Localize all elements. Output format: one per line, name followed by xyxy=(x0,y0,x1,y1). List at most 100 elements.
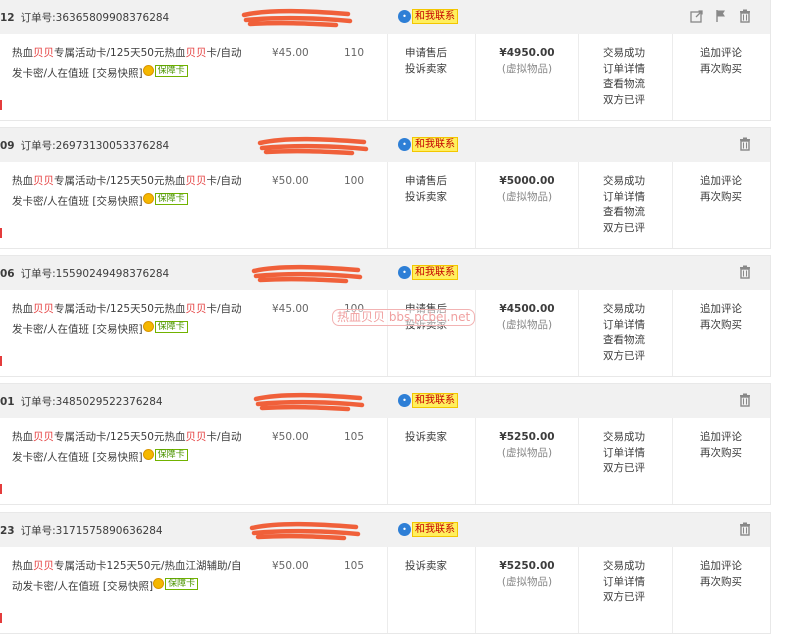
order-operations xyxy=(738,393,752,407)
service-links: 投诉卖家 xyxy=(405,559,447,575)
action-link[interactable]: 追加评论 xyxy=(700,430,742,446)
action-link[interactable]: 追加评论 xyxy=(700,302,742,318)
flag-icon[interactable] xyxy=(714,9,728,23)
service-link[interactable]: 投诉卖家 xyxy=(405,62,447,78)
unit-price: ¥45.00 xyxy=(272,303,309,315)
status-link[interactable]: 双方已评 xyxy=(603,349,645,365)
status-link[interactable]: 双方已评 xyxy=(603,461,645,477)
delete-order-icon[interactable] xyxy=(738,522,752,536)
product-title[interactable]: 热血贝贝专属活动卡/125天50元热血贝贝卡/自动发卡密/人在值班 [交易快照]… xyxy=(12,174,244,210)
product-title[interactable]: 热血贝贝专属活动卡/125天50元热血贝贝卡/自动发卡密/人在值班 [交易快照]… xyxy=(12,46,244,82)
divider xyxy=(578,34,579,120)
contact-seller-button[interactable]: • 和我联系 xyxy=(398,521,458,537)
title-text: 专属活动卡/125天50元热血 xyxy=(54,303,186,315)
divider xyxy=(578,547,579,633)
divider xyxy=(475,34,476,120)
divider xyxy=(672,418,673,504)
title-highlight: 贝贝 xyxy=(185,303,207,315)
action-link[interactable]: 再次购买 xyxy=(700,575,742,591)
total-amount: ¥4950.00 xyxy=(499,47,555,59)
order-status: 交易成功 订单详情 双方已评 xyxy=(603,430,645,477)
order-date: 01 xyxy=(0,396,15,408)
redacted-seller-scribble xyxy=(251,264,363,284)
order-number: 3171575890636284 xyxy=(55,525,163,537)
status-link: 交易成功 xyxy=(603,303,645,315)
delete-order-icon[interactable] xyxy=(738,137,752,151)
order-actions: 追加评论 再次购买 xyxy=(700,430,742,461)
guarantee-label: 保障卡 xyxy=(154,192,188,205)
action-link[interactable]: 再次购买 xyxy=(700,318,742,334)
action-link[interactable]: 追加评论 xyxy=(700,46,742,62)
divider xyxy=(387,418,388,504)
service-link[interactable]: 投诉卖家 xyxy=(405,190,447,206)
divider xyxy=(578,162,579,248)
total-amount: ¥5000.00 xyxy=(499,175,555,187)
order-header: 12 订单号:36365809908376284 • 和我联系 xyxy=(0,0,770,34)
status-link[interactable]: 查看物流 xyxy=(603,205,645,221)
service-links: 申请售后投诉卖家 xyxy=(405,46,447,77)
order-number-label: 订单号: xyxy=(20,525,56,537)
status-link[interactable]: 双方已评 xyxy=(603,93,645,109)
product-title[interactable]: 热血贝贝专属活动卡125天50元/热血江湖辅助/自动发卡密/人在值班 [交易快照… xyxy=(12,559,244,595)
order-status: 交易成功 订单详情 双方已评 xyxy=(603,559,645,606)
title-highlight: 贝贝 xyxy=(33,175,54,187)
status-link[interactable]: 双方已评 xyxy=(603,590,645,606)
action-link[interactable]: 再次购买 xyxy=(700,62,742,78)
order-number-label: 订单号: xyxy=(20,12,56,24)
edge-marker xyxy=(0,228,2,238)
chat-icon: • xyxy=(398,393,411,407)
divider xyxy=(672,547,673,633)
divider xyxy=(387,162,388,248)
delete-order-icon[interactable] xyxy=(738,393,752,407)
divider xyxy=(387,547,388,633)
action-link[interactable]: 再次购买 xyxy=(700,446,742,462)
guarantee-badge: 保障卡 xyxy=(142,64,188,77)
title-highlight: 贝贝 xyxy=(185,47,207,59)
order-number: 3485029522376284 xyxy=(55,396,163,408)
order-meta: 06 订单号:15590249498376284 xyxy=(0,266,169,281)
redacted-seller-scribble xyxy=(257,136,369,156)
order-number: 15590249498376284 xyxy=(55,268,170,280)
service-link[interactable]: 投诉卖家 xyxy=(405,430,447,446)
title-highlight: 贝贝 xyxy=(33,303,54,315)
status-link[interactable]: 订单详情 xyxy=(603,446,645,462)
action-link[interactable]: 追加评论 xyxy=(700,559,742,575)
coin-icon xyxy=(153,578,165,589)
contact-seller-button[interactable]: • 和我联系 xyxy=(398,136,458,152)
delete-order-icon[interactable] xyxy=(738,265,752,279)
product-title[interactable]: 热血贝贝专属活动卡/125天50元热血贝贝卡/自动发卡密/人在值班 [交易快照]… xyxy=(12,430,244,466)
order-number: 26973130053376284 xyxy=(55,140,170,152)
divider xyxy=(387,34,388,120)
status-link[interactable]: 查看物流 xyxy=(603,77,645,93)
title-highlight: 贝贝 xyxy=(185,175,207,187)
order-actions: 追加评论 再次购买 xyxy=(700,174,742,205)
contact-seller-label: 和我联系 xyxy=(412,8,458,24)
action-link[interactable]: 追加评论 xyxy=(700,174,742,190)
status-link[interactable]: 订单详情 xyxy=(603,62,645,78)
contact-seller-button[interactable]: • 和我联系 xyxy=(398,8,458,24)
order-header: 23 订单号:3171575890636284 • 和我联系 xyxy=(0,513,770,547)
order-body: 热血贝贝专属活动卡/125天50元热血贝贝卡/自动发卡密/人在值班 [交易快照]… xyxy=(0,34,770,120)
order-number-label: 订单号: xyxy=(20,140,56,152)
contact-seller-button[interactable]: • 和我联系 xyxy=(398,264,458,280)
service-link[interactable]: 投诉卖家 xyxy=(405,559,447,575)
order-actions: 追加评论 再次购买 xyxy=(700,302,742,333)
contact-seller-button[interactable]: • 和我联系 xyxy=(398,392,458,408)
service-link[interactable]: 申请售后 xyxy=(405,174,447,190)
status-link[interactable]: 订单详情 xyxy=(603,190,645,206)
service-link[interactable]: 申请售后 xyxy=(405,46,447,62)
status-link[interactable]: 双方已评 xyxy=(603,221,645,237)
order-body: 热血贝贝专属活动卡/125天50元热血贝贝卡/自动发卡密/人在值班 [交易快照]… xyxy=(0,162,770,248)
quantity: 105 xyxy=(344,560,365,572)
status-link[interactable]: 查看物流 xyxy=(603,333,645,349)
action-link[interactable]: 再次购买 xyxy=(700,190,742,206)
redacted-seller-scribble xyxy=(253,392,365,412)
status-link[interactable]: 订单详情 xyxy=(603,575,645,591)
product-title[interactable]: 热血贝贝专属活动卡/125天50元热血贝贝卡/自动发卡密/人在值班 [交易快照]… xyxy=(12,302,244,338)
share-icon[interactable] xyxy=(690,9,704,23)
delete-order-icon[interactable] xyxy=(738,9,752,23)
status-link[interactable]: 订单详情 xyxy=(603,318,645,334)
guarantee-label: 保障卡 xyxy=(165,577,199,590)
coin-icon xyxy=(142,321,154,332)
order-header: 06 订单号:15590249498376284 • 和我联系 xyxy=(0,256,770,290)
